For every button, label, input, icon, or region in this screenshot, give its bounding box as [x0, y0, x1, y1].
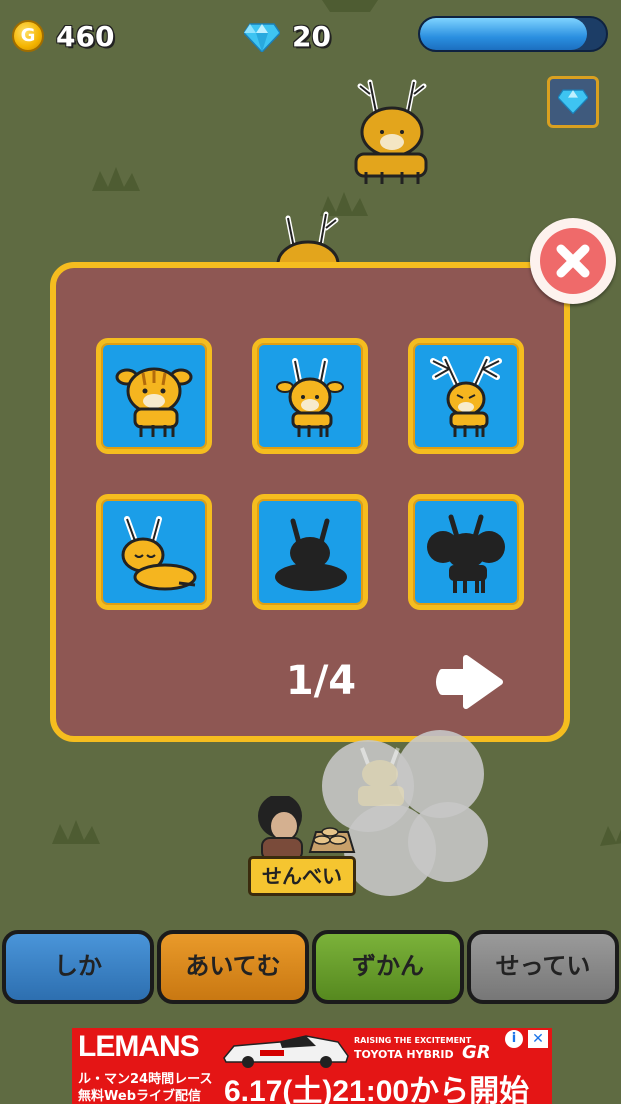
close-button-face: [540, 228, 606, 294]
hud-bar: G 460 20: [0, 14, 621, 58]
deer-character: [354, 79, 428, 184]
diamond-icon: [244, 23, 280, 52]
senbei-sign: せんべい: [248, 856, 356, 896]
locked-deer-silhouette-icon: [275, 518, 347, 591]
deer-fawn-icon: [115, 367, 193, 437]
vendor-character: [258, 794, 356, 861]
grass-decoration: [52, 820, 100, 844]
right-arrow-icon[interactable]: [434, 652, 506, 712]
diamond-icon: [558, 89, 588, 114]
gem-shop-button[interactable]: [547, 76, 599, 128]
deer-young-icon: [276, 358, 344, 437]
race-car-image: [223, 1035, 349, 1068]
deer-grand-antlers-icon: [430, 356, 502, 437]
tab-deer[interactable]: しか: [2, 930, 154, 1004]
senbei-vendor[interactable]: せんべい: [244, 794, 364, 906]
page-indicator: 1/4: [285, 658, 357, 704]
collection-card-deer-young[interactable]: [252, 338, 368, 454]
grass-decoration: [600, 826, 621, 846]
ad-banner[interactable]: LEMANS RAISING THE EXCITEMENT TOYOTA HYB…: [72, 1028, 552, 1104]
collection-card-deer-sleeping[interactable]: [96, 494, 212, 610]
ad-subtitle-2: 無料Webライブ配信: [78, 1089, 201, 1104]
ad-gr-logo: GR: [462, 1042, 491, 1063]
grass-decoration: [92, 167, 140, 191]
collection-card-deer-fawn[interactable]: [96, 338, 212, 454]
energy-bar: [418, 16, 608, 52]
ad-date: 6.17(土)21:00から開始: [224, 1075, 530, 1104]
ad-info-icon[interactable]: i: [505, 1030, 523, 1048]
ad-title: LEMANS: [78, 1030, 200, 1063]
tab-items-label: あいてむ: [185, 952, 281, 980]
collection-card-locked-2[interactable]: [408, 494, 524, 610]
ad-tagline-brand: TOYOTA HYBRID: [354, 1048, 454, 1061]
close-button[interactable]: [530, 218, 616, 304]
ad-close-icon[interactable]: ✕: [528, 1030, 548, 1048]
deer-character: [276, 211, 340, 268]
tab-settings[interactable]: せってい: [467, 930, 619, 1004]
ad-tagline-small: RAISING THE EXCITEMENT: [354, 1036, 472, 1045]
tab-settings-label: せってい: [495, 952, 591, 980]
tab-deer-label: しか: [54, 952, 102, 980]
collection-card-deer-grand-antlers[interactable]: [408, 338, 524, 454]
energy-bar-fill: [420, 18, 588, 50]
gem-count: 20: [292, 20, 331, 53]
deer-sleeping-icon: [121, 516, 197, 591]
close-icon: [556, 244, 590, 278]
tab-encyclopedia-label: ずかん: [352, 952, 424, 980]
coin-count: 460: [56, 20, 115, 53]
coin-icon: G: [12, 20, 44, 52]
locked-deer-silhouette-icon: [427, 514, 505, 593]
collection-card-locked-1[interactable]: [252, 494, 368, 610]
tab-items[interactable]: あいてむ: [157, 930, 309, 1004]
deer-collection-panel: 1/4: [50, 262, 570, 742]
tab-encyclopedia[interactable]: ずかん: [312, 930, 464, 1004]
